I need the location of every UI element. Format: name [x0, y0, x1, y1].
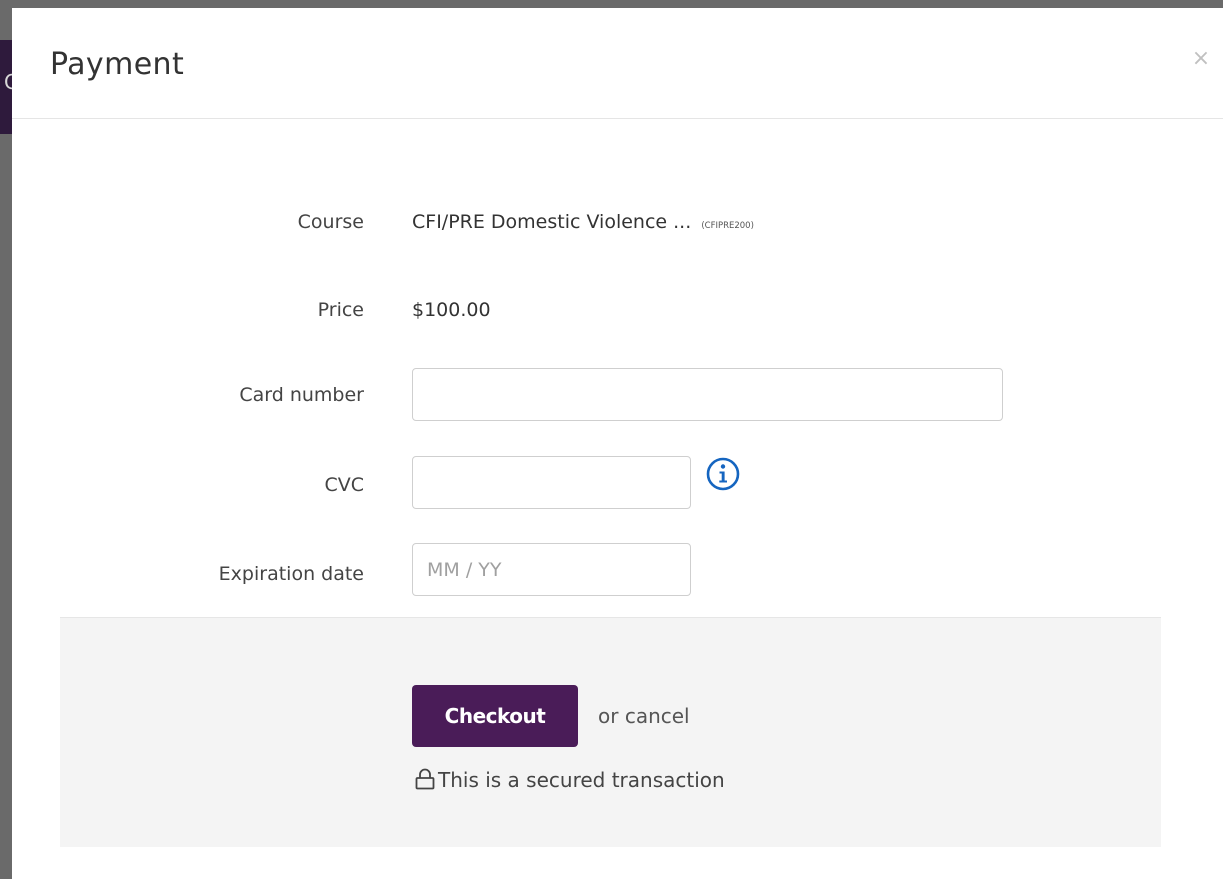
info-circle-icon[interactable]	[705, 456, 741, 492]
card-number-input[interactable]	[412, 368, 1003, 421]
secure-text: This is a secured transaction	[438, 768, 725, 792]
cvc-input[interactable]	[412, 456, 691, 509]
price-value: $100.00	[412, 299, 491, 321]
price-label: Price	[317, 299, 364, 321]
expiration-date-input[interactable]	[412, 543, 691, 596]
cancel-link[interactable]: cancel	[625, 704, 690, 728]
or-text: or	[598, 704, 619, 728]
expiration-date-label: Expiration date	[218, 563, 364, 585]
modal-title: Payment	[50, 47, 185, 82]
course-value: CFI/PRE Domestic Violence ... (CFIPRE200…	[412, 211, 754, 233]
cvc-label: CVC	[324, 474, 364, 496]
cancel-row: or cancel	[598, 704, 690, 728]
close-button[interactable]: ×	[1188, 45, 1214, 73]
checkout-panel: Checkout or cancel This is a secured tra…	[60, 617, 1161, 847]
secure-transaction-note: This is a secured transaction	[415, 768, 725, 795]
course-label: Course	[297, 211, 364, 233]
card-number-label: Card number	[239, 384, 364, 406]
modal-header: Payment ×	[12, 8, 1223, 119]
course-code: (CFIPRE200)	[701, 221, 754, 231]
course-name: CFI/PRE Domestic Violence ...	[412, 211, 692, 233]
payment-modal: Payment × Course CFI/PRE Domestic Violen…	[12, 8, 1223, 879]
checkout-button[interactable]: Checkout	[412, 685, 578, 747]
lock-icon	[415, 768, 435, 795]
